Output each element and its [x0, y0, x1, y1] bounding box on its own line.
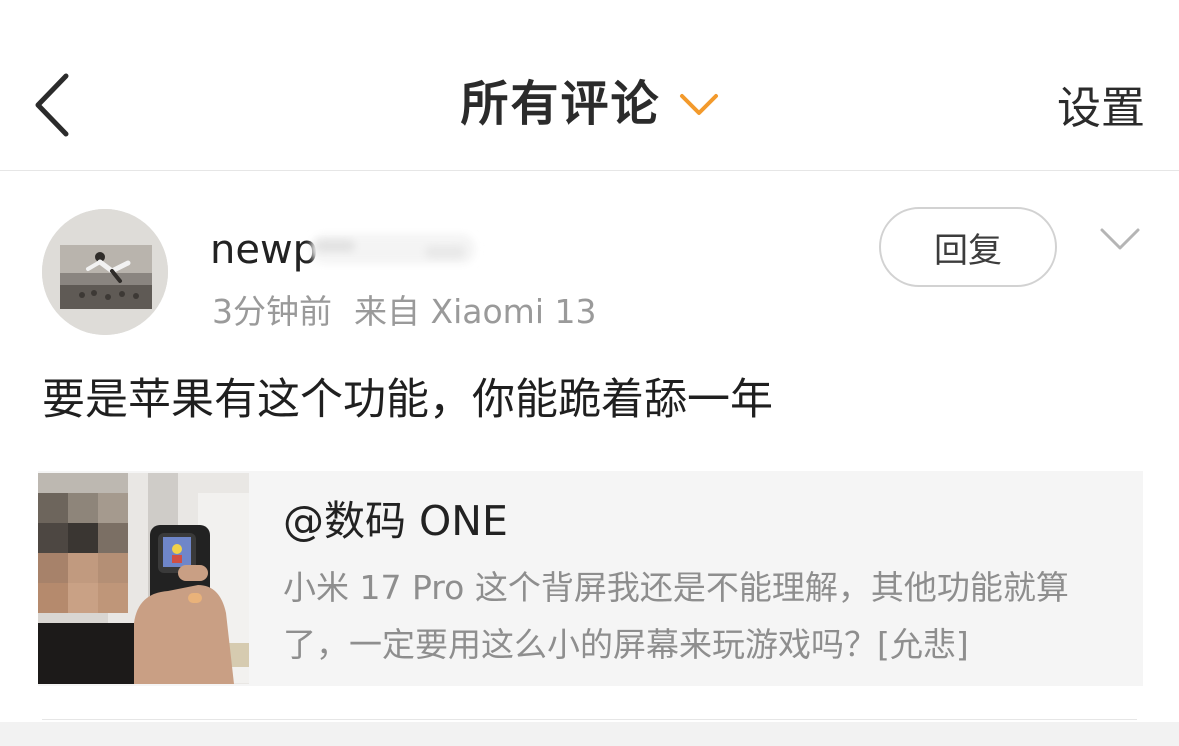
top-nav-bar: 所有评论 设置: [0, 0, 1179, 171]
username-redaction-blur: [311, 234, 475, 264]
comment-meta: 3分钟前 来自 Xiaomi 13: [212, 290, 596, 334]
back-button[interactable]: [30, 70, 80, 140]
quoted-post-text-line: 小米 17 Pro 这个背屏我还是不能理解，其他功能就算: [283, 568, 1069, 607]
avatar[interactable]: [42, 209, 168, 335]
comment-source: 来自 Xiaomi 13: [354, 292, 597, 331]
page-title: 所有评论: [460, 76, 661, 132]
divider: [42, 719, 1137, 720]
username[interactable]: newp: [210, 222, 318, 278]
chevron-left-icon: [35, 73, 69, 137]
comment-time: 3分钟前: [212, 292, 332, 331]
chevron-down-icon: [679, 94, 718, 115]
quoted-post-card[interactable]: @数码 ONE 小米 17 Pro 这个背屏我还是不能理解，其他功能就算 了，一…: [38, 471, 1143, 686]
comment-filter-dropdown[interactable]: 所有评论: [460, 72, 718, 136]
quoted-post-text-line: 了，一定要用这么小的屏幕来玩游戏吗？[允悲]: [283, 625, 969, 664]
person-holding-phone-thumbnail: [38, 473, 249, 684]
section-separator: [0, 722, 1179, 746]
settings-button[interactable]: 设置: [1057, 80, 1145, 138]
comment-text: 要是苹果有这个功能，你能跪着舔一年: [42, 375, 773, 425]
avatar-image: [42, 209, 168, 335]
quoted-post-author[interactable]: @数码 ONE: [283, 493, 508, 549]
quoted-post-thumbnail: [38, 473, 249, 684]
quoted-post-text: 小米 17 Pro 这个背屏我还是不能理解，其他功能就算 了，一定要用这么小的屏…: [283, 559, 1123, 673]
chevron-down-icon[interactable]: [1098, 222, 1142, 256]
reply-button[interactable]: 回复: [879, 207, 1057, 287]
